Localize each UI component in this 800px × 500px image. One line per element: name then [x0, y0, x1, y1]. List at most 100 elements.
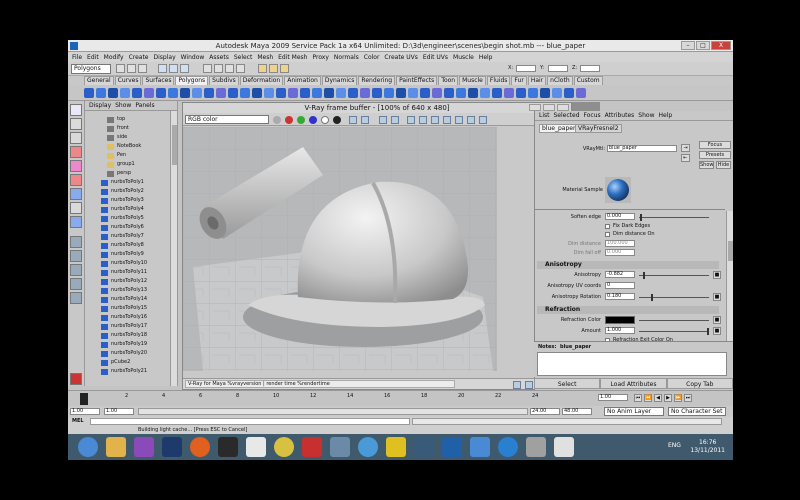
- paint-select-icon[interactable]: [70, 132, 82, 144]
- four-pane-icon[interactable]: [70, 250, 82, 262]
- manipulator-icon[interactable]: [70, 188, 82, 200]
- dim-falloff-field[interactable]: 0.000: [605, 249, 635, 256]
- visual-studio-icon[interactable]: [134, 437, 154, 457]
- follow-mouse-icon[interactable]: [419, 116, 427, 124]
- end-time-field[interactable]: 48.00: [562, 408, 592, 415]
- shelf-tab-polygons[interactable]: Polygons: [175, 76, 209, 85]
- attr-menu-attributes[interactable]: Attributes: [605, 112, 635, 119]
- shelf-tool-icon[interactable]: [120, 88, 130, 98]
- shelf-tool-icon[interactable]: [444, 88, 454, 98]
- track-mouse-icon[interactable]: [407, 116, 415, 124]
- z-field[interactable]: [580, 65, 600, 72]
- soften-edge-field[interactable]: 0.000: [605, 213, 635, 220]
- clock[interactable]: 16:76 13/11/2011: [690, 439, 725, 455]
- outliner-item[interactable]: nurbsToPoly15: [85, 304, 167, 313]
- refraction-color-map-button[interactable]: ■: [713, 316, 721, 324]
- language-indicator[interactable]: ENG: [668, 442, 681, 449]
- amount-slider[interactable]: [639, 331, 709, 332]
- vray-corrections-icon[interactable]: [525, 381, 533, 389]
- outliner-item[interactable]: Pen: [85, 151, 167, 160]
- last-render-icon[interactable]: [443, 116, 451, 124]
- menu-help[interactable]: Help: [479, 54, 493, 61]
- render-current-icon[interactable]: [258, 64, 267, 73]
- red-channel-icon[interactable]: [285, 116, 293, 124]
- current-frame-field[interactable]: 1.00: [598, 394, 628, 401]
- attr-scrollbar[interactable]: [726, 211, 733, 341]
- hypershade-layout-icon[interactable]: [70, 292, 82, 304]
- filezilla-icon[interactable]: [302, 437, 322, 457]
- snap-grid-icon[interactable]: [203, 64, 212, 73]
- select-component-icon[interactable]: [180, 64, 189, 73]
- outliner-item[interactable]: nurbsToPoly19: [85, 340, 167, 349]
- maya-taskbar-icon[interactable]: [218, 437, 238, 457]
- outliner-item[interactable]: nurbsToPoly21: [85, 367, 167, 376]
- select-button[interactable]: Select: [534, 378, 601, 389]
- select-object-icon[interactable]: [169, 64, 178, 73]
- menu-mesh[interactable]: Mesh: [257, 54, 273, 61]
- start-time-field[interactable]: 1.00: [70, 408, 100, 415]
- dim-distance-field[interactable]: 100.000: [605, 240, 635, 247]
- outliner-item[interactable]: nurbsToPoly3: [85, 196, 167, 205]
- menu-create[interactable]: Create: [129, 54, 149, 61]
- attr-menu-selected[interactable]: Selected: [554, 112, 580, 119]
- shelf-tab-fluids[interactable]: Fluids: [486, 76, 511, 85]
- duplicate-vfb-icon[interactable]: [391, 116, 399, 124]
- outliner-item[interactable]: top: [85, 115, 167, 124]
- attr-scroll-thumb[interactable]: [728, 241, 733, 261]
- select-tool-icon[interactable]: [70, 104, 82, 116]
- shelf-tab-rendering[interactable]: Rendering: [358, 76, 396, 85]
- shelf-tool-icon[interactable]: [240, 88, 250, 98]
- outliner-item[interactable]: persp: [85, 169, 167, 178]
- shelf-tool-icon[interactable]: [180, 88, 190, 98]
- menu-edit-mesh[interactable]: Edit Mesh: [278, 54, 307, 61]
- app-icon-12[interactable]: [414, 437, 434, 457]
- step-forward-icon[interactable]: ⏩: [674, 394, 682, 402]
- photoshop-icon[interactable]: [162, 437, 182, 457]
- shelf-tool-icon[interactable]: [492, 88, 502, 98]
- menu-proxy[interactable]: Proxy: [312, 54, 328, 61]
- shelf-tool-icon[interactable]: [144, 88, 154, 98]
- presets-button[interactable]: Presets: [699, 151, 731, 159]
- shelf-tool-icon[interactable]: [396, 88, 406, 98]
- shelf-tool-icon[interactable]: [528, 88, 538, 98]
- shelf-tab-curves[interactable]: Curves: [114, 76, 142, 85]
- app-icon-13[interactable]: [442, 437, 462, 457]
- menu-file[interactable]: File: [72, 54, 82, 61]
- outliner-item[interactable]: nurbsToPoly14: [85, 295, 167, 304]
- menu-modify[interactable]: Modify: [104, 54, 124, 61]
- menu-normals[interactable]: Normals: [334, 54, 359, 61]
- outliner-item[interactable]: pCube2: [85, 358, 167, 367]
- outliner-menu-display[interactable]: Display: [89, 102, 111, 109]
- stop-render-icon[interactable]: [467, 116, 475, 124]
- play-forward-icon[interactable]: ▶: [664, 394, 672, 402]
- shelf-tool-icon[interactable]: [432, 88, 442, 98]
- shelf-tool-icon[interactable]: [84, 88, 94, 98]
- soften-edge-knob[interactable]: [640, 214, 642, 221]
- anisotropy-map-button[interactable]: ■: [713, 271, 721, 279]
- go-input-icon[interactable]: ⇥: [681, 144, 690, 152]
- persp-graph-icon[interactable]: [70, 278, 82, 290]
- character-set-dropdown[interactable]: No Character Set: [668, 407, 726, 416]
- attr-menu-list[interactable]: List: [539, 112, 550, 119]
- select-hierarchy-icon[interactable]: [158, 64, 167, 73]
- shelf-tool-icon[interactable]: [408, 88, 418, 98]
- vray-close-button[interactable]: [557, 104, 569, 111]
- shelf-tab-deformation[interactable]: Deformation: [239, 76, 284, 85]
- shelf-tool-icon[interactable]: [516, 88, 526, 98]
- shelf-tool-icon[interactable]: [324, 88, 334, 98]
- current-time-marker[interactable]: [80, 393, 88, 405]
- shelf-tool-icon[interactable]: [552, 88, 562, 98]
- shelf-tab-muscle[interactable]: Muscle: [459, 76, 486, 85]
- anisotropy-slider[interactable]: [639, 275, 709, 276]
- focus-button[interactable]: Focus: [699, 141, 731, 149]
- lasso-tool-icon[interactable]: [70, 118, 82, 130]
- clear-image-icon[interactable]: [379, 116, 387, 124]
- outliner-item[interactable]: nurbsToPoly1: [85, 178, 167, 187]
- shelf-tool-icon[interactable]: [288, 88, 298, 98]
- outliner-menu-panels[interactable]: Panels: [135, 102, 154, 109]
- playback-start-field[interactable]: 1.00: [104, 408, 134, 415]
- shelf-tool-icon[interactable]: [216, 88, 226, 98]
- shelf-tool-icon[interactable]: [192, 88, 202, 98]
- menu-display[interactable]: Display: [154, 54, 176, 61]
- ipr-render-icon[interactable]: [269, 64, 278, 73]
